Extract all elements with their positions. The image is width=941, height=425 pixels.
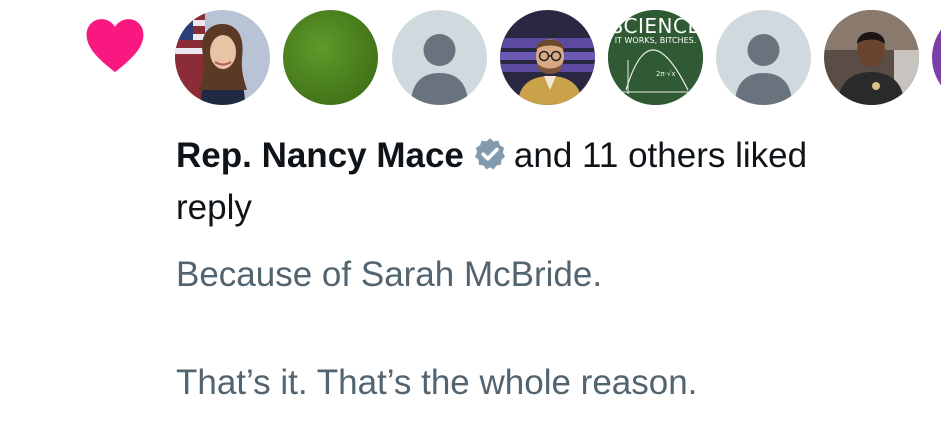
reply-text-line-1: Because of Sarah McBride. (176, 255, 603, 294)
science-subtitle: IT WORKS, BITCHES. (614, 36, 697, 45)
like-summary: Rep. Nancy Mace and 11 others liked (176, 133, 941, 179)
avatar[interactable] (932, 10, 941, 105)
reply-text-line-2: That’s it. That’s the whole reason. (176, 363, 698, 402)
svg-text:2π·√x: 2π·√x (656, 70, 676, 78)
avatar[interactable] (824, 10, 919, 105)
avatar[interactable] (283, 10, 378, 105)
verified-badge-icon (472, 136, 508, 172)
liked-object: reply (176, 188, 252, 227)
default-avatar-icon[interactable] (392, 10, 487, 105)
default-avatar-icon[interactable] (716, 10, 811, 105)
avatar[interactable] (175, 10, 270, 105)
liked-suffix: and 11 others liked (513, 136, 808, 175)
avatar[interactable] (500, 10, 595, 105)
heart-icon (84, 16, 146, 74)
liker-name-link[interactable]: Rep. Nancy Mace (176, 136, 464, 175)
science-chalkboard-avatar[interactable]: 2π·√x SCIENCE IT WORKS, BITCHES. (608, 10, 703, 105)
science-title: SCIENCE (610, 14, 701, 38)
liker-avatars: 2π·√x SCIENCE IT WORKS, BITCHES. (175, 10, 941, 106)
